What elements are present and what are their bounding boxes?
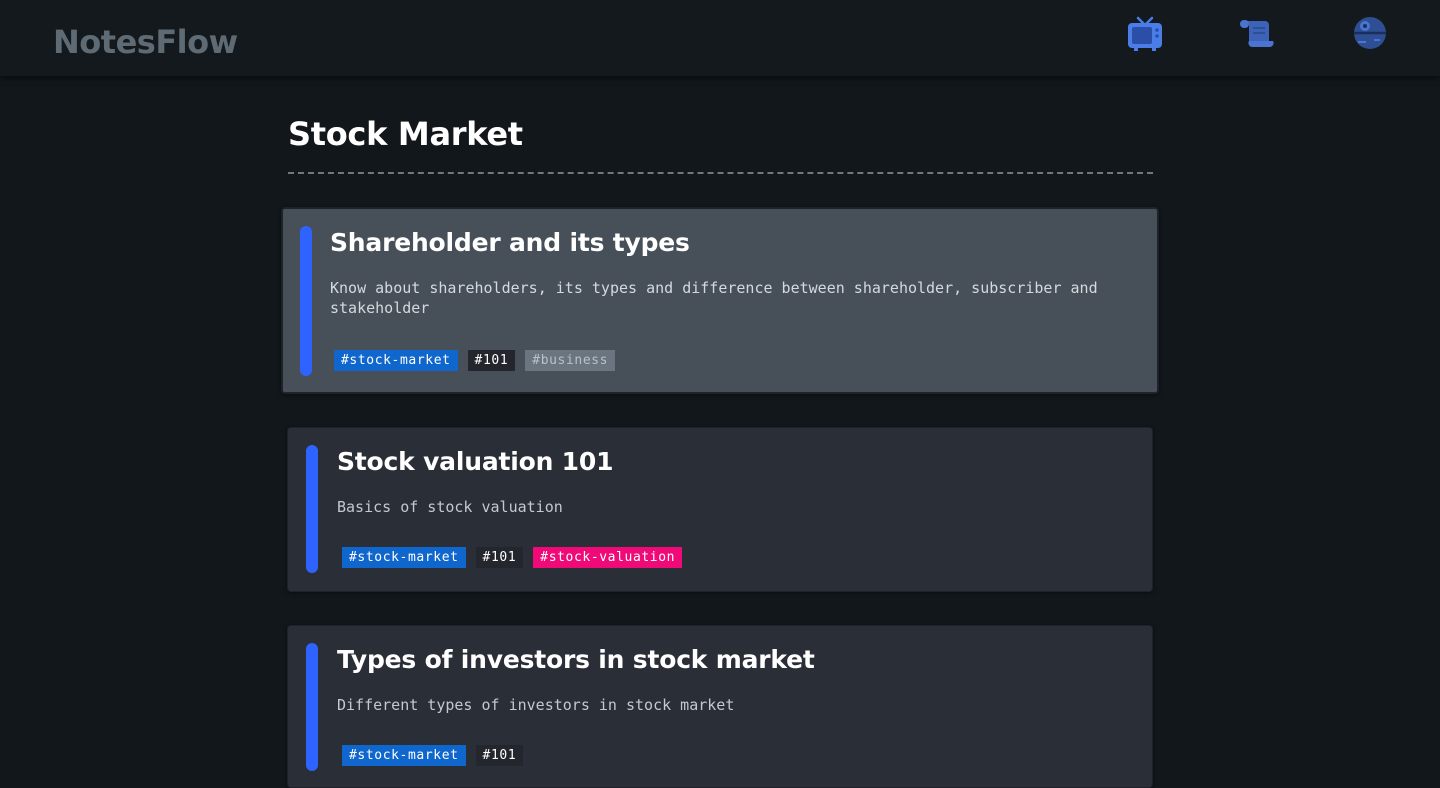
tag-business[interactable]: #business [525, 350, 616, 371]
tag-stock-market[interactable]: #stock-market [334, 350, 458, 371]
note-card[interactable]: Types of investors in stock market Diffe… [287, 625, 1153, 788]
card-accent-bar [300, 226, 312, 376]
card-tags: #stock-market #101 #business [334, 350, 616, 371]
tag-101[interactable]: #101 [475, 745, 524, 766]
note-card[interactable]: Stock valuation 101 Basics of stock valu… [287, 427, 1153, 592]
death-star-icon[interactable] [1350, 15, 1390, 55]
main-content: Stock Market [288, 76, 1153, 174]
card-title: Types of investors in stock market [337, 645, 815, 674]
card-accent-bar [306, 445, 318, 573]
card-description: Basics of stock valuation [337, 498, 563, 516]
card-tags: #stock-market #101 #stock-valuation [342, 547, 683, 568]
navbar: NotesFlow [0, 0, 1440, 76]
card-accent-bar [306, 643, 318, 771]
note-card[interactable]: Shareholder and its types Know about sha… [281, 207, 1159, 394]
tag-stock-market[interactable]: #stock-market [342, 547, 466, 568]
card-tags: #stock-market #101 [342, 745, 524, 766]
scroll-icon[interactable] [1237, 15, 1277, 55]
card-title: Stock valuation 101 [337, 447, 614, 476]
card-title: Shareholder and its types [330, 228, 690, 257]
tv-icon[interactable] [1125, 15, 1165, 55]
tag-101[interactable]: #101 [467, 350, 516, 371]
tag-101[interactable]: #101 [475, 547, 524, 568]
card-description: Different types of investors in stock ma… [337, 696, 735, 714]
page-title: Stock Market [288, 115, 523, 153]
tag-stock-market[interactable]: #stock-market [342, 745, 466, 766]
title-divider [288, 172, 1153, 174]
brand-logo[interactable]: NotesFlow [53, 22, 238, 62]
card-description: Know about shareholders, its types and d… [330, 279, 1098, 317]
tag-stock-valuation[interactable]: #stock-valuation [533, 547, 683, 568]
